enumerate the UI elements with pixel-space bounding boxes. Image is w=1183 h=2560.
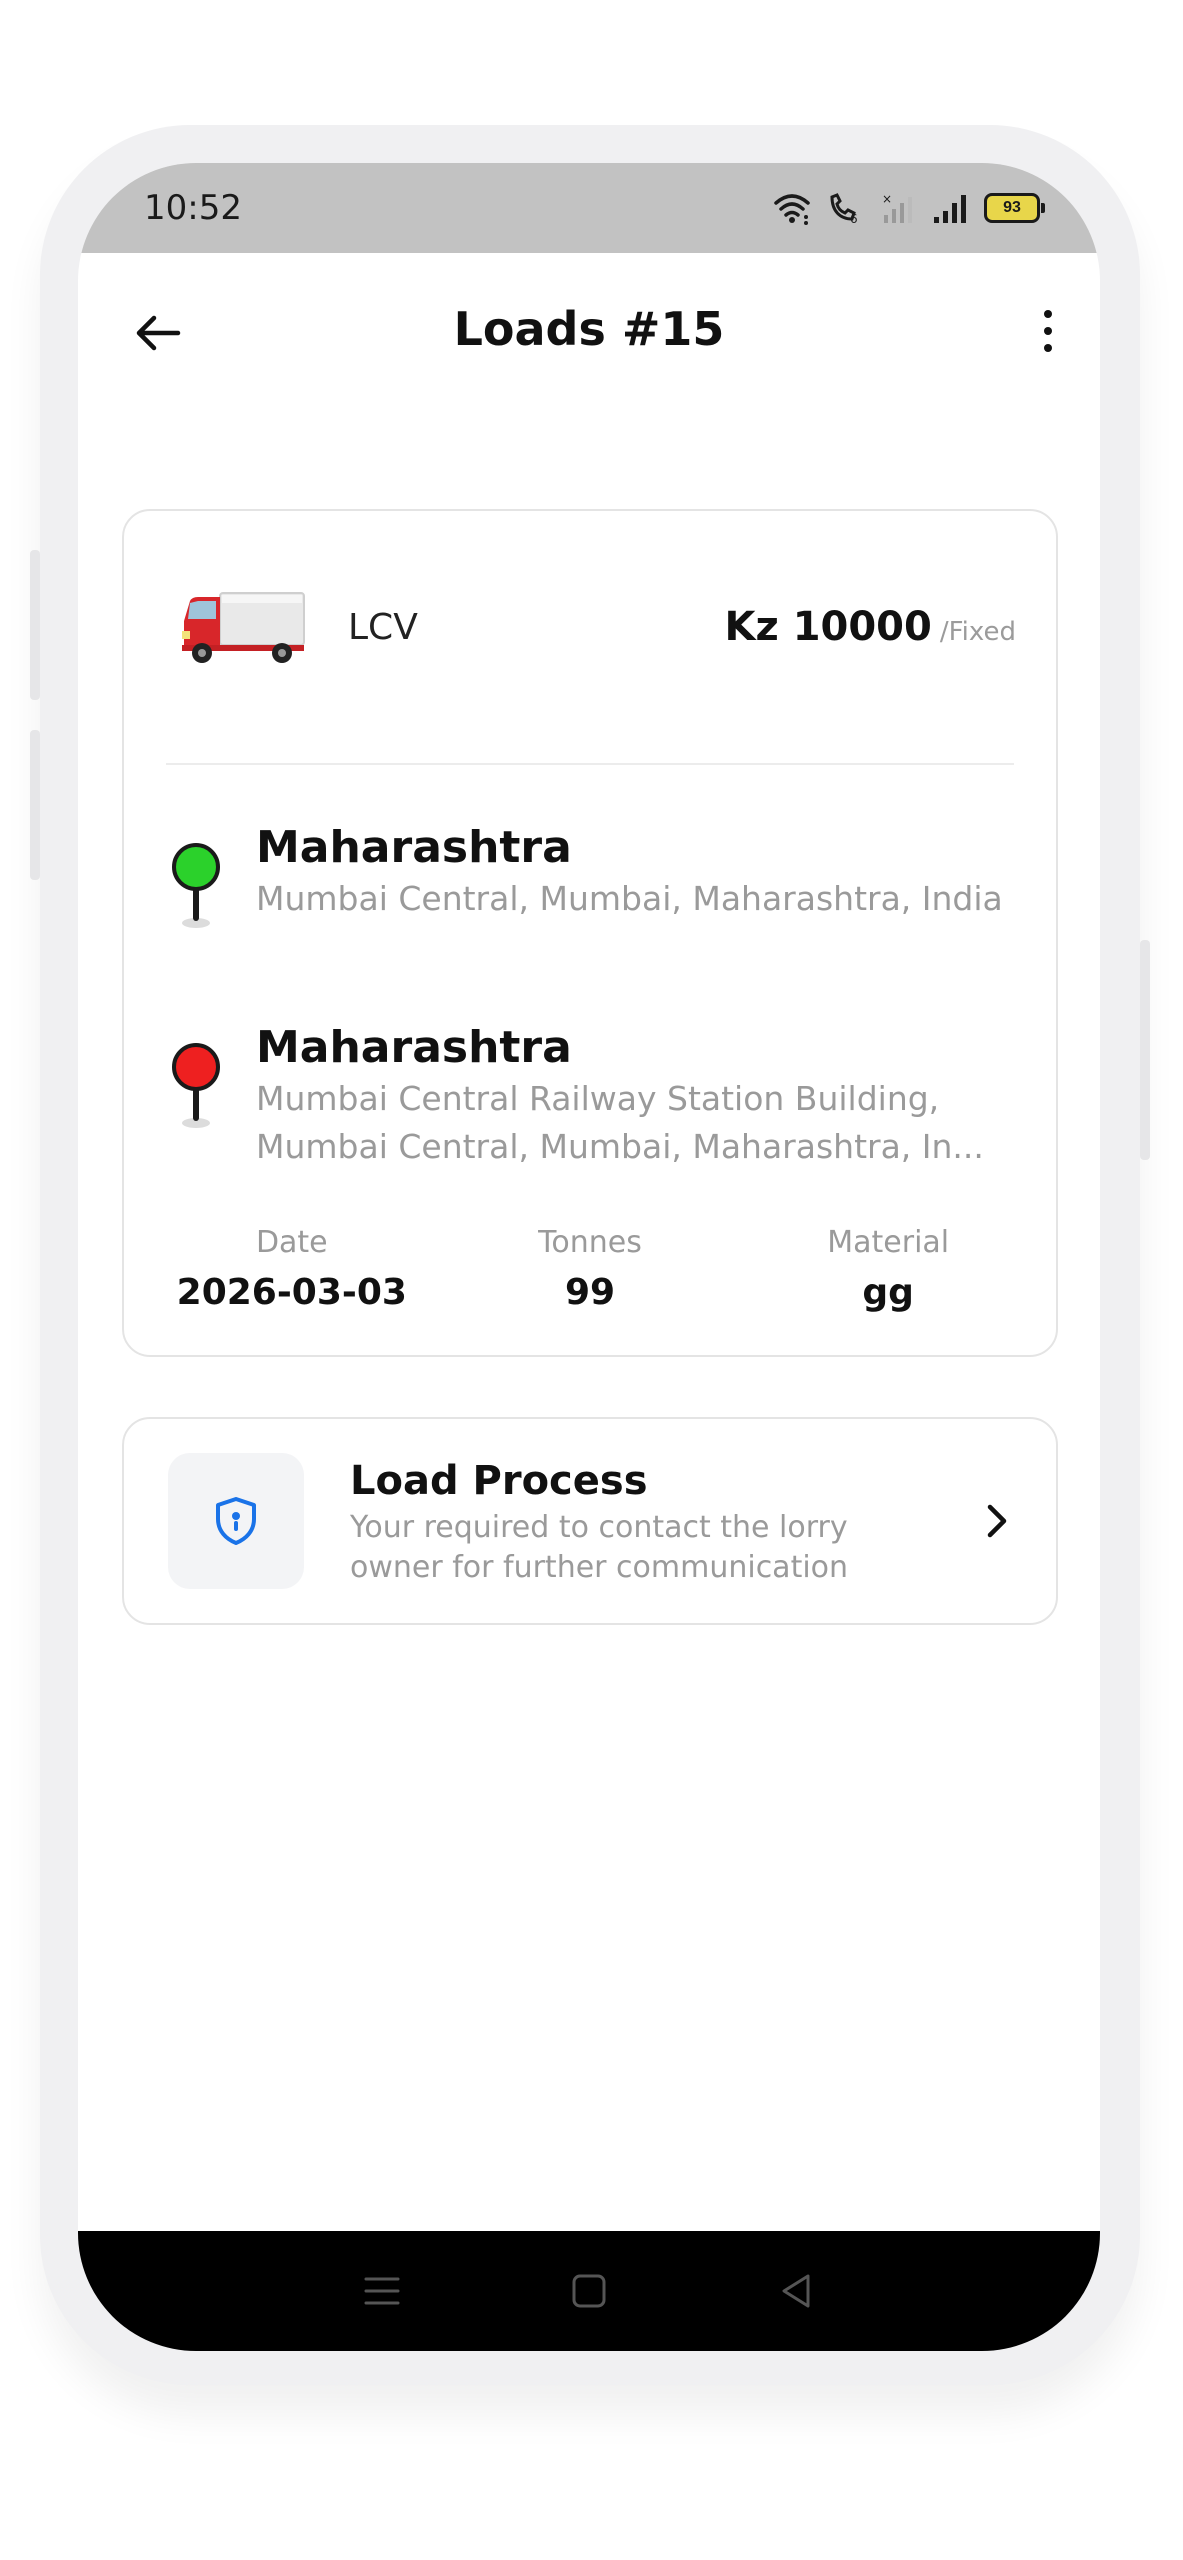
signal-no-service-icon: × bbox=[882, 192, 912, 223]
divider bbox=[166, 763, 1014, 765]
app-bar: Loads #15 bbox=[78, 253, 1100, 405]
screen: 10:52 6 × 93 Loads #15 LCV Kz 10000 /Fix… bbox=[0, 0, 1183, 2560]
triangle-back-icon bbox=[782, 2274, 810, 2308]
stat-date: Date 2026-03-03 bbox=[164, 1221, 420, 1321]
red-pin-icon bbox=[172, 1043, 220, 1128]
more-vertical-icon bbox=[1044, 310, 1052, 318]
stat-tonnes: Tonnes 99 bbox=[420, 1221, 761, 1321]
svg-text:6: 6 bbox=[850, 212, 858, 225]
stat-tonnes-value: 99 bbox=[564, 1272, 616, 1313]
shield-info-icon bbox=[216, 1497, 256, 1545]
drop-address-line2: Mumbai Central, Mumbai, Maharashtra, In.… bbox=[256, 1127, 984, 1166]
drop-location: Maharashtra Mumbai Central Railway Stati… bbox=[166, 1021, 1016, 1171]
square-icon bbox=[572, 2274, 606, 2308]
drop-text: Maharashtra Mumbai Central Railway Stati… bbox=[256, 1021, 1016, 1171]
nav-back-button[interactable] bbox=[766, 2261, 826, 2321]
process-text: Load Process Your required to contact th… bbox=[350, 1454, 976, 1588]
green-pin-icon bbox=[172, 843, 220, 928]
price-amount: Kz 10000 bbox=[724, 604, 932, 650]
status-time: 10:52 bbox=[144, 188, 242, 228]
more-vertical-icon-dot bbox=[1044, 327, 1052, 335]
volume-button bbox=[30, 550, 40, 700]
back-button[interactable] bbox=[128, 303, 188, 363]
stat-material-value: gg bbox=[862, 1272, 914, 1313]
stat-material-label: Material bbox=[827, 1225, 950, 1260]
pickup-title: Maharashtra bbox=[256, 822, 572, 873]
price: Kz 10000 /Fixed bbox=[724, 604, 1016, 650]
svg-text:×: × bbox=[882, 192, 892, 206]
volte-call-icon: 6 bbox=[830, 193, 858, 225]
stat-tonnes-label: Tonnes bbox=[538, 1225, 642, 1260]
stat-date-value: 2026-03-03 bbox=[176, 1272, 407, 1313]
home-button[interactable] bbox=[559, 2261, 619, 2321]
recents-button[interactable] bbox=[352, 2261, 412, 2321]
volume-button bbox=[30, 730, 40, 880]
load-process-card[interactable]: Load Process Your required to contact th… bbox=[122, 1417, 1058, 1625]
more-options-button[interactable] bbox=[1028, 301, 1068, 361]
vehicle-type: LCV bbox=[348, 606, 418, 648]
status-icons: 6 × 93 bbox=[772, 191, 1045, 225]
pickup-location: Maharashtra Mumbai Central, Mumbai, Maha… bbox=[166, 821, 1016, 931]
navigation-bar bbox=[78, 2231, 1100, 2351]
process-title: Load Process bbox=[350, 1458, 648, 1504]
stat-material: Material gg bbox=[760, 1221, 1016, 1321]
signal-icon bbox=[934, 195, 966, 223]
battery-icon: 93 bbox=[984, 193, 1045, 223]
drop-title: Maharashtra bbox=[256, 1022, 572, 1073]
menu-lines-icon bbox=[364, 2277, 400, 2305]
load-stats: Date 2026-03-03 Tonnes 99 Material gg bbox=[164, 1221, 1016, 1321]
pickup-address: Mumbai Central, Mumbai, Maharashtra, Ind… bbox=[256, 879, 1003, 918]
arrow-left-icon bbox=[136, 315, 181, 351]
chevron-right-icon[interactable] bbox=[976, 1491, 1016, 1551]
load-card[interactable]: LCV Kz 10000 /Fixed Maharashtra Mumbai C… bbox=[122, 509, 1058, 1357]
vehicle-row: LCV Kz 10000 /Fixed bbox=[178, 587, 1016, 667]
power-button bbox=[1140, 940, 1150, 1160]
truck-icon bbox=[182, 592, 305, 663]
process-icon-box bbox=[168, 1453, 304, 1589]
more-vertical-icon-dot bbox=[1044, 344, 1052, 352]
page-title: Loads #15 bbox=[453, 302, 725, 356]
wifi-icon bbox=[774, 194, 810, 225]
drop-address-line1: Mumbai Central Railway Station Building, bbox=[256, 1079, 940, 1118]
process-description: Your required to contact the lorry owner… bbox=[350, 1510, 849, 1585]
phone-screen: 10:52 6 × 93 Loads #15 LCV Kz 10000 /Fix… bbox=[78, 163, 1100, 2351]
pickup-text: Maharashtra Mumbai Central, Mumbai, Maha… bbox=[256, 821, 1016, 931]
stat-date-label: Date bbox=[255, 1225, 328, 1260]
status-bar: 10:52 6 × 93 bbox=[78, 163, 1100, 253]
price-unit: /Fixed bbox=[939, 617, 1016, 647]
